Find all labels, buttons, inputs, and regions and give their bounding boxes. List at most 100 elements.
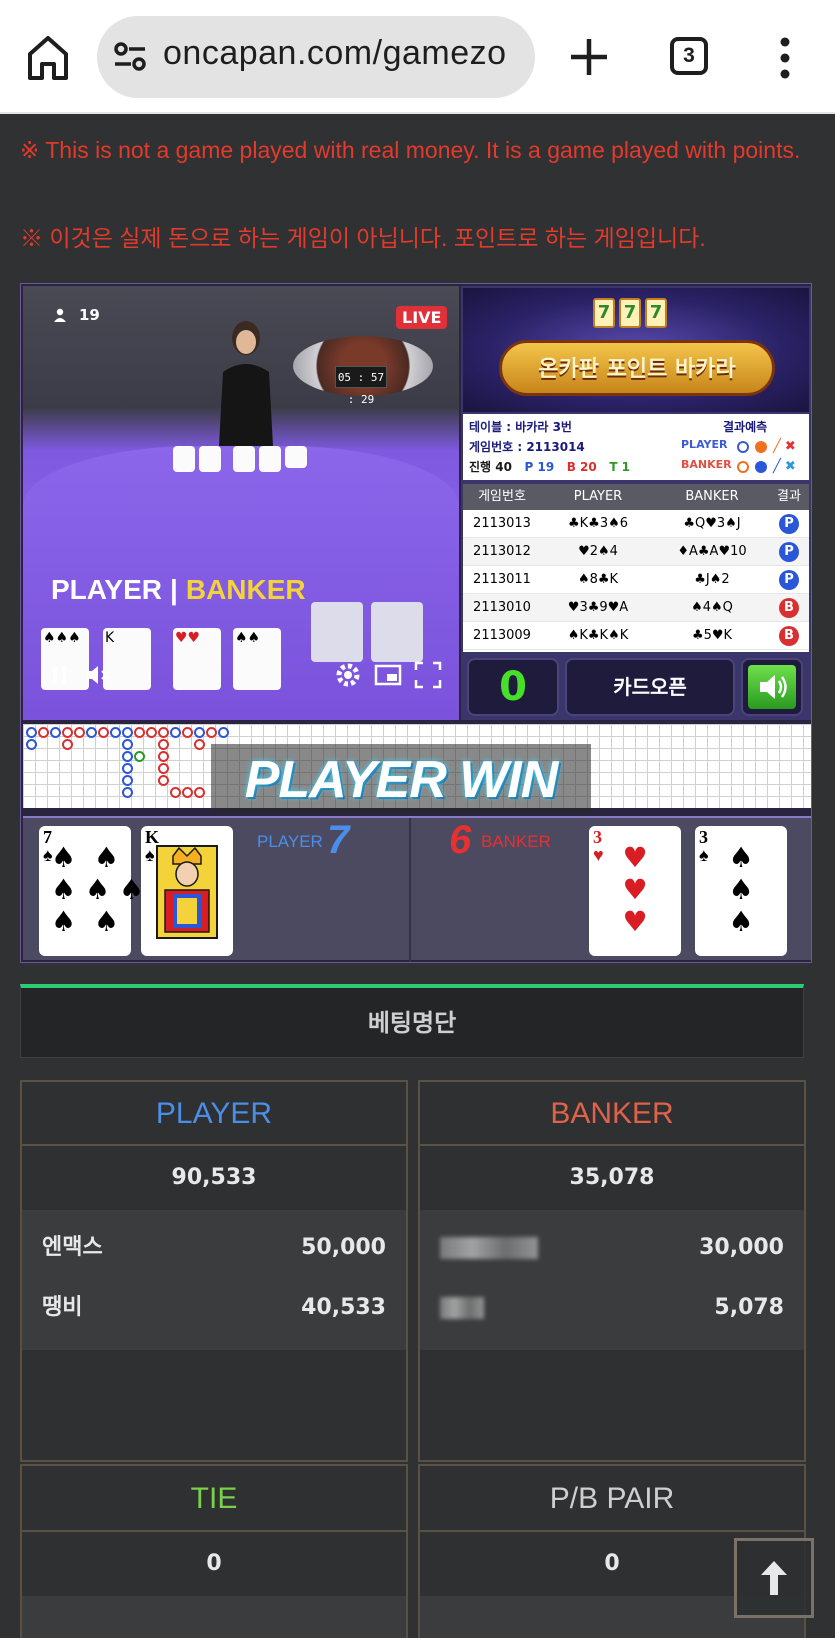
slot-reel: 7 bbox=[645, 298, 667, 328]
card-open-button[interactable]: 카드오픈 bbox=[565, 658, 735, 716]
circle-outline-icon[interactable] bbox=[737, 440, 749, 453]
pencil-icon[interactable]: ╱ bbox=[773, 439, 781, 454]
home-icon[interactable] bbox=[24, 30, 72, 84]
road-bead bbox=[86, 727, 97, 738]
x-icon[interactable]: ✖ bbox=[785, 459, 796, 474]
road-bead bbox=[110, 727, 121, 738]
road-bead bbox=[62, 739, 73, 750]
more-menu-icon[interactable] bbox=[770, 36, 800, 80]
circle-outline-icon[interactable] bbox=[737, 460, 749, 473]
scroll-top-button[interactable] bbox=[734, 1538, 814, 1618]
win-text: PLAYER WIN bbox=[244, 751, 559, 809]
road-bead bbox=[194, 787, 205, 798]
sound-button[interactable] bbox=[741, 658, 803, 716]
progress-stats: 진행 40 P 19 B 20 T 1 bbox=[469, 458, 630, 475]
promo-banner: 7 7 7 온카판 포인트 바카라 bbox=[463, 288, 809, 412]
bet-entry: 땡비 40,533 bbox=[22, 1278, 406, 1338]
table-name: 테이블 : 바카라 3번 bbox=[469, 420, 572, 434]
road-bead bbox=[122, 739, 133, 750]
video-controls bbox=[23, 660, 459, 700]
result-card-area: 7 ♠ ♠ ♠ ♠ ♠ ♠ ♠ ♠ K ♠ PLAYER 7 6 BANKER 3 ♥ ♥… bbox=[23, 816, 811, 962]
bet-entry: 30,000 bbox=[420, 1218, 804, 1278]
pause-icon[interactable] bbox=[45, 660, 75, 690]
viewer-count: 19 bbox=[53, 306, 100, 324]
new-tab-icon[interactable] bbox=[565, 33, 613, 81]
pip-icon[interactable] bbox=[373, 660, 403, 690]
game-number: 게임번호 : 2113014 bbox=[469, 440, 585, 454]
game-side-panel: 7 7 7 온카판 포인트 바카라 테이블 : 바카라 3번 결과예측 게임번호… bbox=[461, 286, 811, 720]
progress-count: 진행 40 bbox=[469, 460, 512, 474]
bet-entry: 5,078 bbox=[420, 1278, 804, 1338]
history-row: 2113009 ♠K♣K♠K ♣5♥K B bbox=[463, 622, 809, 650]
banker-bet-entries: 30,000 5,078 bbox=[420, 1210, 804, 1350]
road-bead bbox=[74, 727, 85, 738]
bet-amount: 30,000 bbox=[699, 1235, 784, 1260]
arrow-up-icon[interactable] bbox=[737, 1541, 811, 1615]
road-bead bbox=[38, 727, 49, 738]
banker-prediction-dots[interactable]: ╱ ✖ bbox=[737, 459, 807, 475]
road-bead bbox=[182, 727, 193, 738]
settings-icon[interactable] bbox=[333, 660, 363, 690]
road-bead bbox=[158, 763, 169, 774]
bettor-name-redacted bbox=[440, 1278, 484, 1338]
site-settings-icon[interactable] bbox=[113, 42, 149, 72]
road-bead bbox=[158, 739, 169, 750]
road-bead bbox=[206, 727, 217, 738]
history-row: 2113012 ♥2♠4 ♦A♣A♥10 P bbox=[463, 538, 809, 566]
bet-amount: 40,533 bbox=[301, 1295, 386, 1320]
tie-bet-entries bbox=[22, 1596, 406, 1638]
circle-filled-icon[interactable] bbox=[755, 460, 767, 473]
bet-amount: 5,078 bbox=[714, 1295, 784, 1320]
road-bead bbox=[122, 751, 133, 762]
result-badge: P bbox=[779, 541, 799, 562]
video-timer: 05 : 57 : 29 bbox=[335, 366, 387, 406]
road-bead bbox=[134, 751, 145, 762]
player-column-title: PLAYER bbox=[22, 1082, 406, 1146]
card-shoe bbox=[311, 602, 363, 662]
result-player-label: PLAYER bbox=[257, 832, 323, 851]
player-card: K ♠ bbox=[141, 826, 233, 956]
pencil-icon[interactable]: ╱ bbox=[773, 459, 781, 474]
card-pips: ♠ ♠ ♠ ♠ ♠ ♠ ♠ bbox=[51, 841, 145, 938]
banner-plate: 온카판 포인트 바카라 bbox=[499, 340, 775, 396]
bet-entry: 엔맥스 50,000 bbox=[22, 1218, 406, 1278]
notice-english: ※ This is not a game played with real mo… bbox=[20, 137, 801, 163]
speaker-icon[interactable] bbox=[748, 665, 796, 709]
tie-bets-column: TIE 0 bbox=[20, 1464, 408, 1638]
road-bead bbox=[170, 787, 181, 798]
dealer-figure bbox=[219, 321, 273, 446]
result-divider bbox=[409, 818, 411, 962]
player-total: 90,533 bbox=[171, 1165, 257, 1190]
fullscreen-icon[interactable] bbox=[413, 660, 443, 690]
banker-card: 3 ♠ ♠ ♠ ♠ bbox=[695, 826, 787, 956]
banker-count: B 20 bbox=[566, 460, 597, 474]
tie-count: T 1 bbox=[609, 460, 631, 474]
bettor-name-redacted bbox=[440, 1218, 538, 1278]
circle-filled-icon[interactable] bbox=[755, 440, 767, 453]
player-prediction-dots[interactable]: ╱ ✖ bbox=[737, 439, 807, 455]
browser-toolbar: oncapan.com/gamezo 3 bbox=[0, 0, 835, 114]
result-player-score: 7 bbox=[327, 818, 350, 862]
address-bar[interactable]: oncapan.com/gamezo bbox=[97, 16, 535, 98]
card-pips: ♠ ♠ ♠ bbox=[728, 841, 754, 938]
x-icon[interactable]: ✖ bbox=[785, 439, 796, 454]
table-card bbox=[173, 446, 195, 472]
table-card bbox=[259, 446, 281, 472]
bettor-name: 땡비 bbox=[42, 1295, 83, 1320]
road-bead bbox=[194, 739, 205, 750]
road-bead bbox=[194, 727, 205, 738]
live-badge: LIVE bbox=[396, 306, 448, 329]
prediction-player-label: PLAYER bbox=[681, 438, 728, 451]
road-bead bbox=[62, 727, 73, 738]
road-bead bbox=[158, 775, 169, 786]
mute-icon[interactable] bbox=[83, 660, 113, 690]
viewer-count-value: 19 bbox=[79, 306, 100, 324]
url-text[interactable]: oncapan.com/gamezo bbox=[163, 34, 507, 73]
live-video[interactable]: 05 : 57 : 29 19 LIVE PLAYER | BANKER ♠♠♠ K… bbox=[23, 286, 459, 720]
road-bead bbox=[218, 727, 229, 738]
slot-reel: 7 bbox=[593, 298, 615, 328]
win-banner: PLAYER WIN bbox=[211, 744, 591, 814]
video-player-label: PLAYER bbox=[51, 574, 163, 605]
tab-switcher-icon[interactable]: 3 bbox=[670, 37, 708, 75]
player-card: 7 ♠ ♠ ♠ ♠ ♠ ♠ ♠ ♠ bbox=[39, 826, 145, 956]
